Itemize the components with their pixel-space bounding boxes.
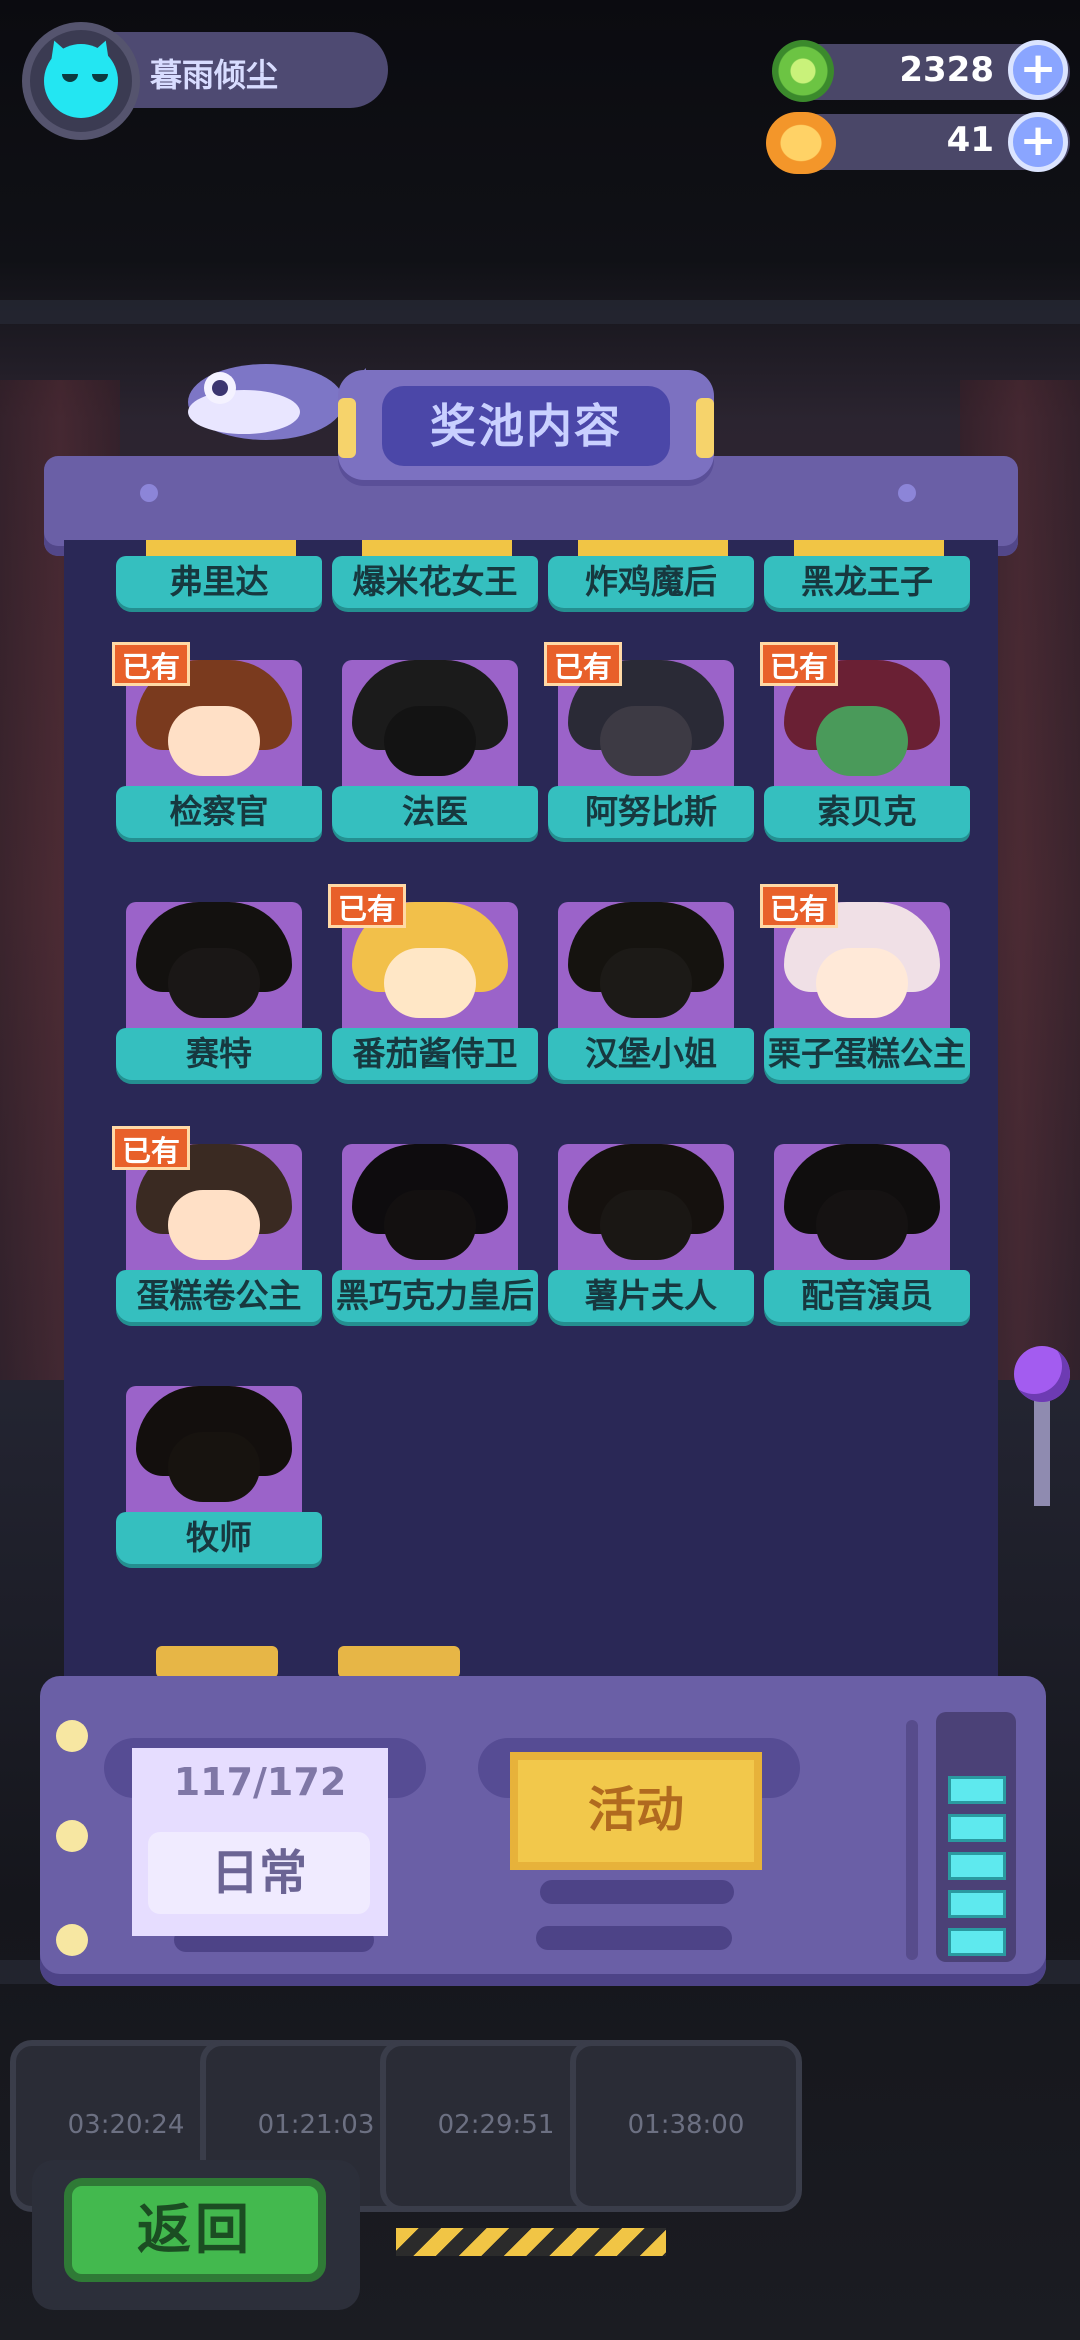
character-name: 法医	[332, 786, 538, 838]
rivet	[140, 484, 158, 502]
bolt	[56, 1720, 88, 1752]
avatar[interactable]	[22, 22, 140, 140]
title-cap-left	[338, 398, 356, 458]
character-name: 黑龙王子	[764, 556, 970, 608]
character-name: 弗里达	[116, 556, 322, 608]
owned-badge: 已有	[760, 642, 838, 686]
character-name: 炸鸡魔后	[548, 556, 754, 608]
character-name: 牧师	[116, 1512, 322, 1564]
meter-bar	[948, 1890, 1006, 1918]
add-gem-button[interactable]: +	[1008, 40, 1068, 100]
character-name: 蛋糕卷公主	[116, 1270, 322, 1322]
character-name: 索贝克	[764, 786, 970, 838]
character-name: 检察官	[116, 786, 322, 838]
scroll-rail	[906, 1720, 918, 1960]
tab-daily[interactable]: 日常	[148, 1832, 370, 1914]
character-name: 薯片夫人	[548, 1270, 754, 1322]
gem-count: 2328	[899, 50, 994, 90]
lever-stick	[1034, 1396, 1050, 1506]
bolt	[56, 1924, 88, 1956]
slot-pill	[540, 1880, 734, 1904]
owned-badge: 已有	[328, 884, 406, 928]
panel-title: 奖池内容	[382, 386, 670, 466]
bolt	[56, 1820, 88, 1852]
coin-count: 41	[946, 120, 994, 160]
add-coin-button[interactable]: +	[1008, 112, 1068, 172]
tab-stub	[338, 1646, 460, 1678]
character-card[interactable]	[126, 1386, 302, 1526]
character-card[interactable]	[774, 1144, 950, 1284]
character-name: 赛特	[116, 1028, 322, 1080]
character-name: 配音演员	[764, 1270, 970, 1322]
character-name: 番茄酱侍卫	[332, 1028, 538, 1080]
owned-badge: 已有	[112, 1126, 190, 1170]
tab-stub	[156, 1646, 278, 1678]
hazard-stripe	[396, 2228, 666, 2256]
character-name: 汉堡小姐	[548, 1028, 754, 1080]
character-card[interactable]	[126, 902, 302, 1042]
character-name: 爆米花女王	[332, 556, 538, 608]
collection-count: 117/172	[173, 1760, 347, 1804]
character-card[interactable]	[558, 1144, 734, 1284]
title-cap-right	[696, 398, 714, 458]
meter-bar	[948, 1852, 1006, 1880]
fish-mascot-icon	[188, 364, 366, 440]
meter-bar	[948, 1814, 1006, 1842]
meter-bar	[948, 1928, 1006, 1956]
bg-rail	[0, 300, 1080, 324]
character-name: 阿努比斯	[548, 786, 754, 838]
lever-knob[interactable]	[1014, 1346, 1070, 1402]
character-card[interactable]	[558, 902, 734, 1042]
username: 暮雨倾尘	[150, 56, 279, 94]
slot-pill	[536, 1926, 732, 1950]
character-name: 栗子蛋糕公主	[764, 1028, 970, 1080]
tab-event[interactable]: 活动	[510, 1752, 762, 1870]
meter-bar	[948, 1776, 1006, 1804]
rivet	[898, 484, 916, 502]
owned-badge: 已有	[112, 642, 190, 686]
owned-badge: 已有	[544, 642, 622, 686]
character-card[interactable]	[342, 1144, 518, 1284]
owned-badge: 已有	[760, 884, 838, 928]
green-gem-icon	[772, 40, 834, 102]
planet-coin-icon	[766, 112, 836, 174]
prize-pool-list[interactable]: 弗里达 爆米花女王 炸鸡魔后 黑龙王子 检察官 已有 法医 阿努比斯 已有 索贝克 已有 赛特 番茄酱…	[64, 540, 998, 1680]
character-card[interactable]	[342, 660, 518, 800]
character-name: 黑巧克力皇后	[332, 1270, 538, 1322]
bg-booth-4: 01:38:00	[570, 2040, 802, 2212]
back-button[interactable]: 返回	[64, 2178, 326, 2282]
